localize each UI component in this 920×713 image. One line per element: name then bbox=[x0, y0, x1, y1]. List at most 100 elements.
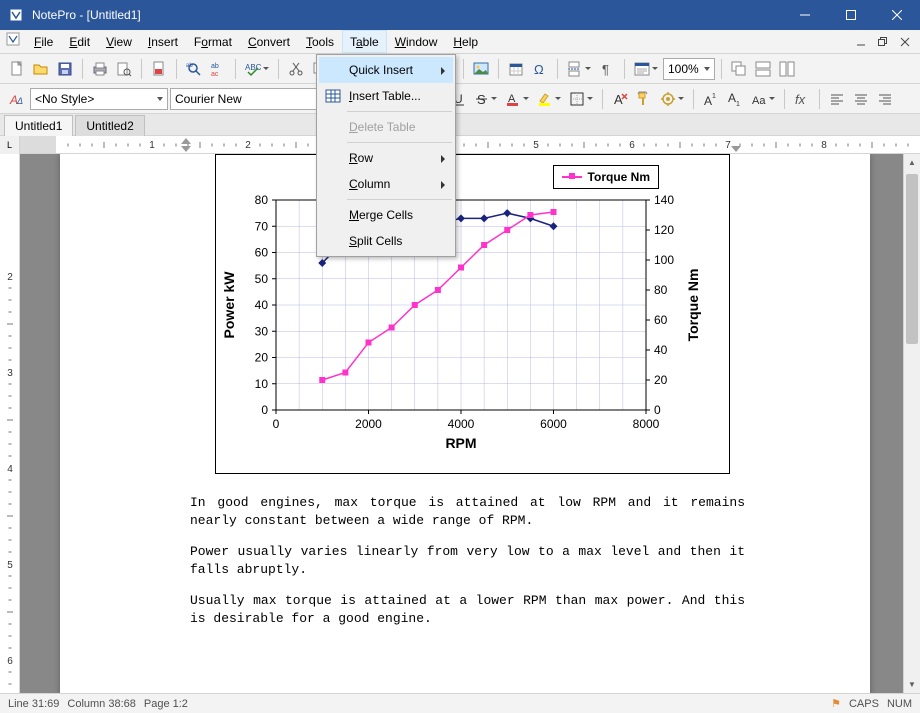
insert-date-button[interactable] bbox=[505, 57, 527, 81]
scroll-down-icon[interactable]: ▼ bbox=[904, 676, 920, 693]
highlight-button[interactable] bbox=[534, 87, 564, 111]
formula-button[interactable]: fx bbox=[791, 87, 813, 111]
svg-text:40: 40 bbox=[255, 298, 269, 312]
svg-text:20: 20 bbox=[255, 351, 269, 365]
svg-text:ab: ab bbox=[211, 63, 219, 70]
menu-insert[interactable]: Insert bbox=[140, 30, 186, 53]
strike-button[interactable]: S bbox=[472, 87, 500, 111]
workspace: 23456 0102030405060708002040608010012014… bbox=[0, 154, 920, 693]
tile-v-button[interactable] bbox=[776, 57, 798, 81]
svg-text:0: 0 bbox=[273, 417, 280, 431]
mdi-close-button[interactable] bbox=[895, 32, 915, 52]
insert-symbol-button[interactable]: Ω bbox=[529, 57, 551, 81]
svg-text:70: 70 bbox=[255, 219, 269, 233]
menu-help[interactable]: Help bbox=[445, 30, 486, 53]
status-caps: CAPS bbox=[849, 698, 879, 710]
ruler-horizontal[interactable]: 12345678 bbox=[20, 136, 920, 153]
page-break-button[interactable] bbox=[564, 57, 594, 81]
svg-text:Δ: Δ bbox=[16, 96, 23, 106]
border-button[interactable] bbox=[566, 87, 596, 111]
scrollbar-thumb[interactable] bbox=[906, 174, 918, 344]
tile-h-button[interactable] bbox=[752, 57, 774, 81]
legend-label: Torque Nm bbox=[588, 170, 650, 184]
svg-text:60: 60 bbox=[654, 313, 668, 327]
print-preview-button[interactable] bbox=[113, 57, 135, 81]
svg-text:5: 5 bbox=[533, 140, 539, 151]
view-mode-button[interactable] bbox=[631, 57, 661, 81]
save-button[interactable] bbox=[54, 57, 76, 81]
mdi-restore-button[interactable] bbox=[873, 32, 893, 52]
maximize-button[interactable] bbox=[828, 0, 874, 30]
status-line: Line 31:69 bbox=[8, 698, 59, 710]
find-button[interactable]: ab bbox=[183, 57, 205, 81]
menu-tools[interactable]: Tools bbox=[298, 30, 342, 53]
mdi-minimize-button[interactable] bbox=[851, 32, 871, 52]
paragraph: In good engines, max torque is attained … bbox=[190, 494, 745, 529]
style-icon[interactable]: AΔ bbox=[6, 87, 28, 111]
menu-file[interactable]: File bbox=[26, 30, 61, 53]
svg-text:50: 50 bbox=[255, 272, 269, 286]
menu-quick-insert[interactable]: Quick Insert bbox=[319, 57, 453, 83]
subscript-button[interactable]: A1 bbox=[724, 87, 746, 111]
clear-format-button[interactable]: A bbox=[609, 87, 631, 111]
status-page: Page 1:2 bbox=[144, 698, 188, 710]
svg-text:ac: ac bbox=[211, 71, 219, 77]
document-area[interactable]: 0102030405060708002040608010012014002000… bbox=[20, 154, 903, 693]
align-left-button[interactable] bbox=[826, 87, 848, 111]
minimize-button[interactable] bbox=[782, 0, 828, 30]
menu-view[interactable]: View bbox=[98, 30, 140, 53]
cut-button[interactable] bbox=[285, 57, 307, 81]
svg-text:ABC: ABC bbox=[245, 63, 261, 72]
print-button[interactable] bbox=[89, 57, 111, 81]
menu-split-cells[interactable]: Split Cells bbox=[319, 228, 453, 254]
spellcheck-button[interactable]: ABC bbox=[242, 57, 272, 81]
ruler-vertical[interactable]: 23456 bbox=[0, 154, 20, 693]
doctab-untitled2[interactable]: Untitled2 bbox=[75, 115, 144, 136]
menu-convert[interactable]: Convert bbox=[240, 30, 298, 53]
svg-text:3: 3 bbox=[7, 368, 13, 379]
menu-window[interactable]: Window bbox=[387, 30, 446, 53]
font-color-button[interactable]: A bbox=[502, 87, 532, 111]
paragraph: Power usually varies linearly from very … bbox=[190, 543, 745, 578]
control-menu-icon[interactable] bbox=[4, 30, 22, 48]
document-text[interactable]: In good engines, max torque is attained … bbox=[190, 494, 745, 641]
svg-text:140: 140 bbox=[654, 193, 674, 207]
chart: 0102030405060708002040608010012014002000… bbox=[215, 154, 730, 474]
insert-image-button[interactable] bbox=[470, 57, 492, 81]
svg-text:fx: fx bbox=[795, 92, 806, 107]
scrollbar-vertical[interactable]: ▲ ▼ bbox=[903, 154, 920, 693]
show-marks-button[interactable]: ¶ bbox=[596, 57, 618, 81]
svg-text:80: 80 bbox=[255, 193, 269, 207]
align-right-button[interactable] bbox=[874, 87, 896, 111]
chart-legend: Torque Nm bbox=[553, 165, 659, 189]
align-center-button[interactable] bbox=[850, 87, 872, 111]
format-options-button[interactable] bbox=[657, 87, 687, 111]
zoom-combo[interactable]: 100% bbox=[663, 58, 715, 80]
close-button[interactable] bbox=[874, 0, 920, 30]
menu-edit[interactable]: Edit bbox=[61, 30, 98, 53]
style-combo[interactable]: <No Style> bbox=[30, 88, 168, 110]
menu-column[interactable]: Column bbox=[319, 171, 453, 197]
scroll-up-icon[interactable]: ▲ bbox=[904, 154, 920, 171]
status-column: Column 38:68 bbox=[67, 698, 136, 710]
open-button[interactable] bbox=[30, 57, 52, 81]
cascade-button[interactable] bbox=[728, 57, 750, 81]
svg-text:5: 5 bbox=[7, 560, 13, 571]
export-pdf-button[interactable] bbox=[148, 57, 170, 81]
menu-insert-table[interactable]: Insert Table... bbox=[319, 83, 453, 109]
menu-merge-cells[interactable]: Merge Cells bbox=[319, 202, 453, 228]
svg-text:6: 6 bbox=[629, 140, 635, 151]
svg-text:1: 1 bbox=[149, 140, 155, 151]
menu-table[interactable]: Table bbox=[342, 30, 387, 53]
copy-format-button[interactable] bbox=[633, 87, 655, 111]
svg-text:8000: 8000 bbox=[633, 417, 660, 431]
svg-text:0: 0 bbox=[261, 403, 268, 417]
replace-button[interactable]: abac bbox=[207, 57, 229, 81]
menu-row[interactable]: Row bbox=[319, 145, 453, 171]
svg-text:Aa: Aa bbox=[752, 95, 766, 107]
doctab-untitled1[interactable]: Untitled1 bbox=[4, 115, 73, 136]
superscript-button[interactable]: A1 bbox=[700, 87, 722, 111]
new-button[interactable] bbox=[6, 57, 28, 81]
menu-format[interactable]: Format bbox=[186, 30, 240, 53]
change-case-button[interactable]: Aa bbox=[748, 87, 778, 111]
